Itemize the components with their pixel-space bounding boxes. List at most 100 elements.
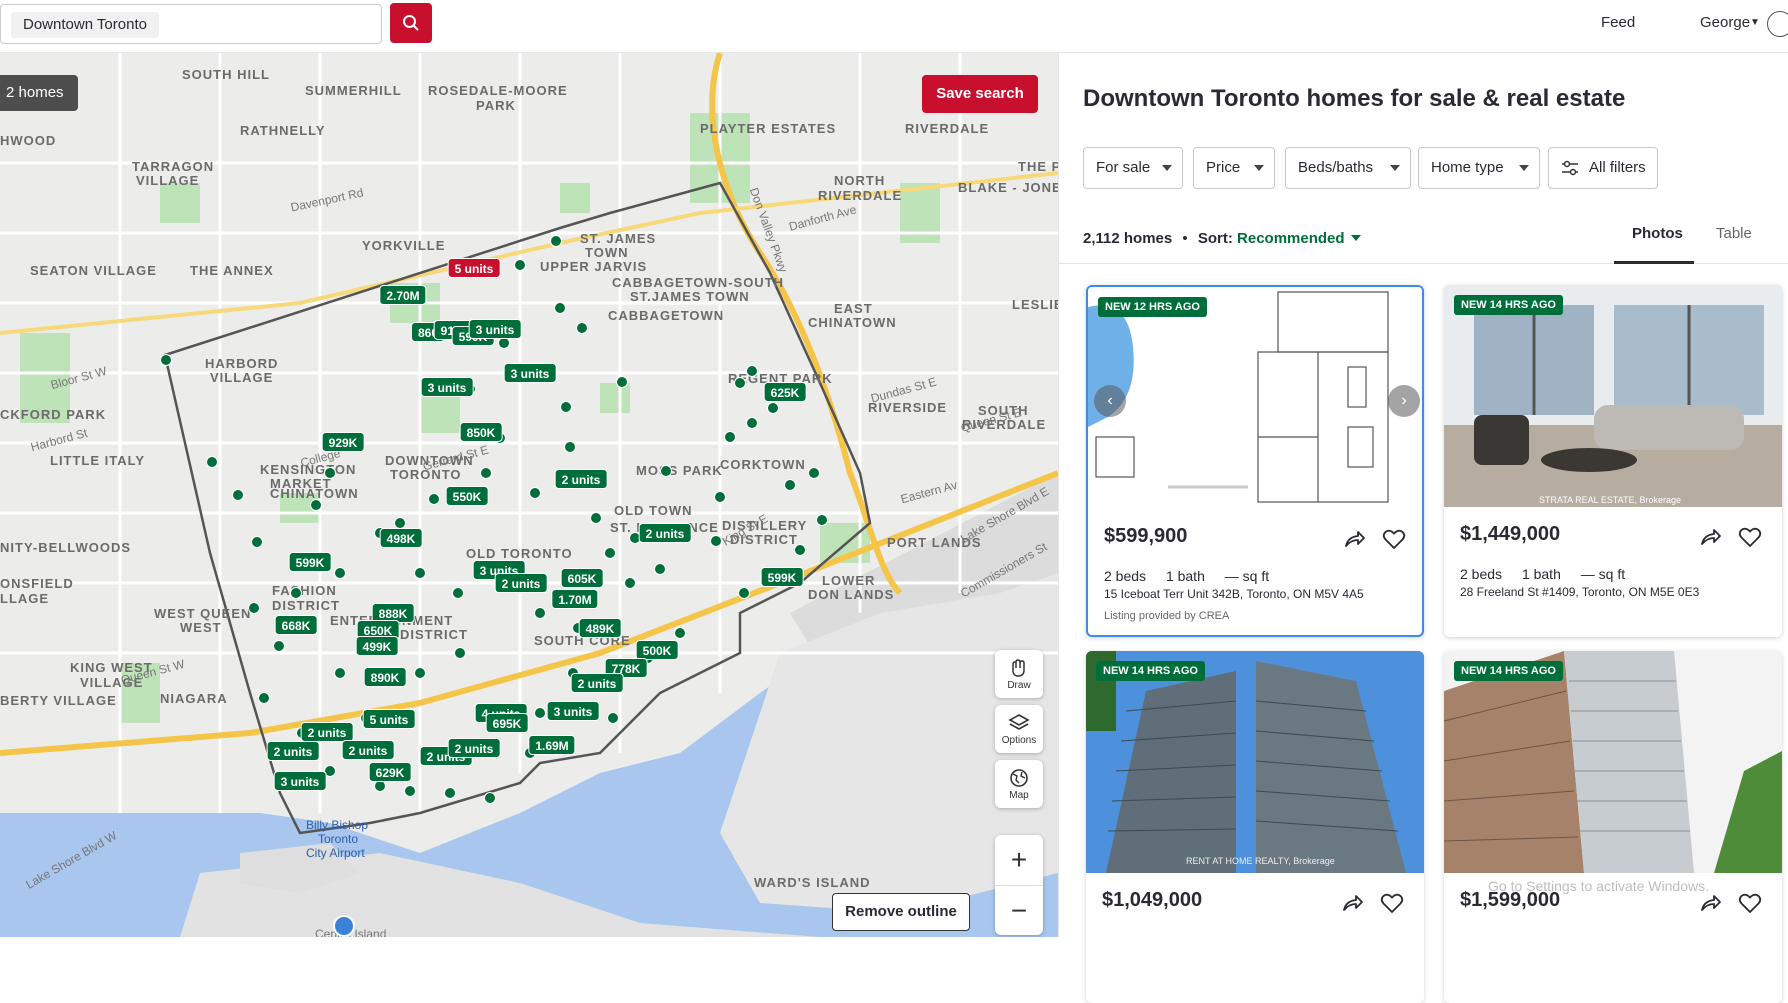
zoom-in-button[interactable]: + <box>995 835 1043 885</box>
caret-down-icon[interactable] <box>1350 235 1361 241</box>
listing-dot[interactable] <box>334 567 346 579</box>
listing-dot[interactable] <box>258 692 270 704</box>
zoom-out-button[interactable]: − <box>995 885 1043 935</box>
map-price-pin[interactable]: 2.70M <box>379 285 427 305</box>
listing-card[interactable]: NEW 14 HRS AGO $1,599,000 <box>1444 651 1782 1003</box>
listing-dot[interactable] <box>794 544 806 556</box>
filter-price[interactable]: Price <box>1193 147 1275 189</box>
map-view[interactable]: SOUTH HILL SUMMERHILL ROSEDALE-MOORE PAR… <box>0 53 1058 937</box>
share-icon[interactable] <box>1340 891 1364 915</box>
listing-dot[interactable] <box>714 491 726 503</box>
listing-dot[interactable] <box>564 441 576 453</box>
listing-dot[interactable] <box>428 493 440 505</box>
map-price-pin[interactable]: 5 units <box>447 258 501 278</box>
listing-dot[interactable] <box>206 456 218 468</box>
map-price-pin[interactable]: 599K <box>288 552 332 572</box>
share-icon[interactable] <box>1698 891 1722 915</box>
filter-all[interactable]: All filters <box>1548 147 1658 189</box>
listing-dot[interactable] <box>660 465 672 477</box>
map-price-pin[interactable]: 890K <box>363 667 407 687</box>
search-location-chip[interactable]: Downtown Toronto <box>11 12 159 38</box>
listing-dot[interactable] <box>607 712 619 724</box>
listing-dot[interactable] <box>746 417 758 429</box>
map-price-pin[interactable]: 3 units <box>503 363 557 383</box>
listing-dot[interactable] <box>404 785 416 797</box>
listing-dot[interactable] <box>534 607 546 619</box>
map-price-pin[interactable]: 2 units <box>494 573 548 593</box>
listing-dot[interactable] <box>674 627 686 639</box>
avatar-icon[interactable] <box>1767 11 1788 37</box>
filter-home-type[interactable]: Home type <box>1418 147 1540 189</box>
listing-dot[interactable] <box>624 577 636 589</box>
listing-dot[interactable] <box>746 365 758 377</box>
listing-dot[interactable] <box>290 587 302 599</box>
map-price-pin[interactable]: 668K <box>274 615 318 635</box>
carousel-next-button[interactable]: › <box>1388 385 1420 417</box>
map-price-pin[interactable]: 489K <box>578 618 622 638</box>
listing-dot[interactable] <box>710 535 722 547</box>
listing-dot[interactable] <box>273 640 285 652</box>
map-price-pin[interactable]: 2 units <box>300 722 354 742</box>
map-price-pin[interactable]: 1.69M <box>528 735 576 755</box>
nav-feed-link[interactable]: Feed <box>1601 14 1635 31</box>
listing-dot[interactable] <box>480 467 492 479</box>
map-price-pin[interactable]: 3 units <box>273 771 327 791</box>
search-input[interactable]: Downtown Toronto <box>0 4 382 44</box>
listing-dot[interactable] <box>550 235 562 247</box>
map-price-pin[interactable]: 2 units <box>570 673 624 693</box>
map-price-pin[interactable]: 605K <box>560 568 604 588</box>
listing-dot[interactable] <box>738 587 750 599</box>
listing-dot[interactable] <box>514 259 526 271</box>
listing-dot[interactable] <box>484 792 496 804</box>
map-price-pin[interactable]: 1.70M <box>551 589 599 609</box>
map-price-pin[interactable]: 599K <box>760 567 804 587</box>
listing-card[interactable]: NEW 14 HRS AGO STRATA REAL ESTATE, Broke… <box>1444 285 1782 637</box>
filter-for-sale[interactable]: For sale <box>1083 147 1183 189</box>
sort-dropdown[interactable]: Recommended <box>1237 230 1345 247</box>
draw-button[interactable]: Draw <box>995 650 1043 698</box>
map-price-pin[interactable]: 2 units <box>638 523 692 543</box>
carousel-prev-button[interactable]: ‹ <box>1094 385 1126 417</box>
map-price-pin[interactable]: 625K <box>763 382 807 402</box>
listing-dot[interactable] <box>784 479 796 491</box>
listing-dot[interactable] <box>310 499 322 511</box>
listing-photo[interactable]: NEW 14 HRS AGO STRATA REAL ESTATE, Broke… <box>1444 285 1782 507</box>
listing-dot[interactable] <box>232 489 244 501</box>
map-price-pin[interactable]: 3 units <box>420 377 474 397</box>
listing-photo[interactable]: NEW 14 HRS AGO RENT AT HOME REALTY, Brok… <box>1086 651 1424 873</box>
listing-dot[interactable] <box>724 431 736 443</box>
map-price-pin[interactable]: 499K <box>355 636 399 656</box>
listing-dot[interactable] <box>414 567 426 579</box>
share-icon[interactable] <box>1342 527 1366 551</box>
map-price-pin[interactable]: 2 units <box>341 740 395 760</box>
listing-dot[interactable] <box>334 667 346 679</box>
map-price-pin[interactable]: 3 units <box>546 701 600 721</box>
map-price-pin[interactable]: 500K <box>635 640 679 660</box>
options-button[interactable]: Options <box>995 705 1043 753</box>
filter-beds-baths[interactable]: Beds/baths <box>1285 147 1411 189</box>
listing-photo[interactable]: NEW 14 HRS AGO <box>1444 651 1782 873</box>
tab-photos[interactable]: Photos <box>1632 225 1683 242</box>
listing-dot[interactable] <box>590 512 602 524</box>
heart-icon[interactable] <box>1382 527 1406 551</box>
listing-card[interactable]: NEW 12 HRS AGO ‹ › $599,900 2 beds 1 bat… <box>1086 285 1424 637</box>
listing-dot[interactable] <box>554 302 566 314</box>
listing-dot[interactable] <box>816 514 828 526</box>
chevron-down-icon[interactable]: ▼ <box>1750 17 1760 28</box>
listing-dot[interactable] <box>529 487 541 499</box>
listing-dot[interactable] <box>160 354 172 366</box>
listing-dot[interactable] <box>560 401 572 413</box>
map-price-pin[interactable]: 2 units <box>447 738 501 758</box>
listing-photo[interactable]: NEW 12 HRS AGO ‹ › <box>1088 287 1422 509</box>
heart-icon[interactable] <box>1380 891 1404 915</box>
listing-dot[interactable] <box>452 587 464 599</box>
map-price-pin[interactable]: 695K <box>485 713 529 733</box>
map-price-pin[interactable]: 5 units <box>362 709 416 729</box>
listing-dot[interactable] <box>734 377 746 389</box>
listing-dot[interactable] <box>454 647 466 659</box>
listing-card[interactable]: NEW 14 HRS AGO RENT AT HOME REALTY, Brok… <box>1086 651 1424 1003</box>
listing-dot[interactable] <box>616 376 628 388</box>
listing-dot[interactable] <box>808 467 820 479</box>
map-price-pin[interactable]: 929K <box>321 432 365 452</box>
listing-dot[interactable] <box>248 602 260 614</box>
